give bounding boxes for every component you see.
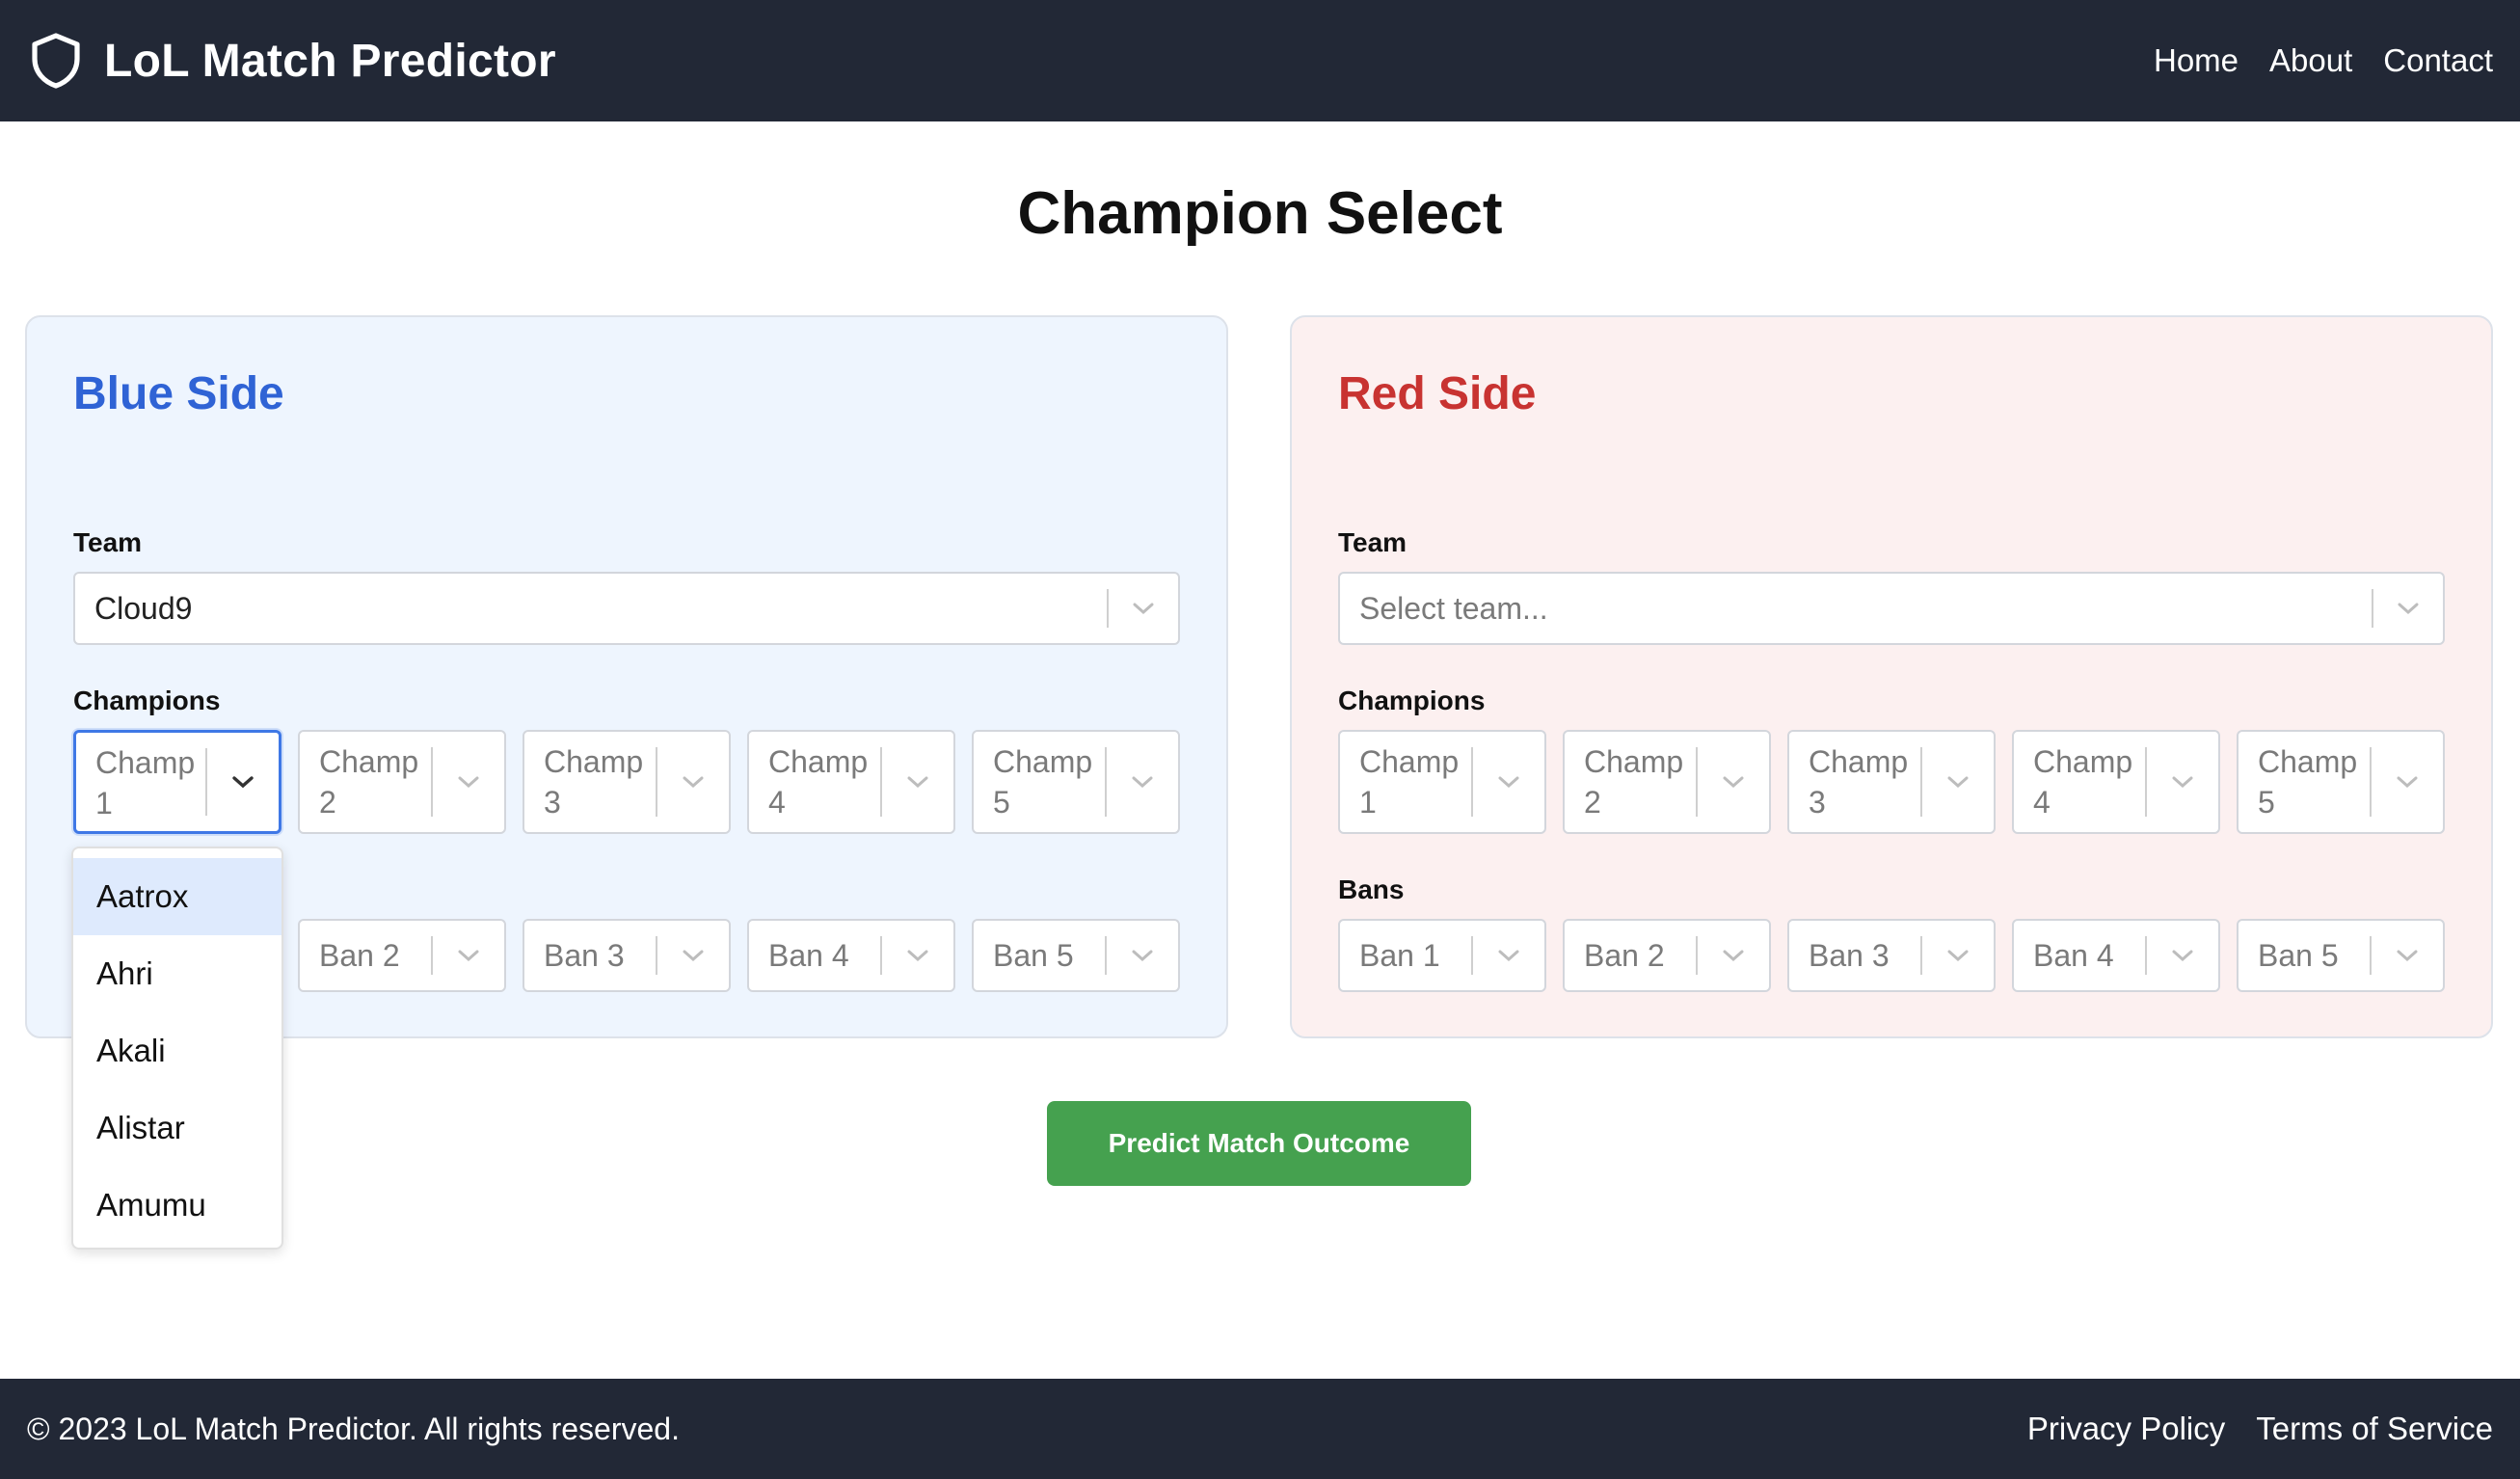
red-ban-3-select[interactable]: Ban 3 xyxy=(1787,919,1996,992)
red-champ-4-placeholder: Champ 4 xyxy=(2033,744,2133,820)
footer: © 2023 LoL Match Predictor. All rights r… xyxy=(0,1379,2520,1479)
blue-champ-4-placeholder: Champ 4 xyxy=(768,744,869,820)
red-champ-3-select[interactable]: Champ 3 xyxy=(1787,730,1996,834)
blue-champ-5-select[interactable]: Champ 5 xyxy=(972,730,1180,834)
red-champ-5-select[interactable]: Champ 5 xyxy=(2237,730,2445,834)
red-champ-1-select[interactable]: Champ 1 xyxy=(1338,730,1546,834)
chevron-down-icon[interactable] xyxy=(657,921,729,990)
shield-icon xyxy=(29,32,83,90)
red-ban-4-select[interactable]: Ban 4 xyxy=(2012,919,2220,992)
chevron-down-icon[interactable] xyxy=(882,921,953,990)
blue-champ-2-select[interactable]: Champ 2 xyxy=(298,730,506,834)
blue-champ-5-placeholder: Champ 5 xyxy=(993,744,1093,820)
blue-champ-3-select[interactable]: Champ 3 xyxy=(523,730,731,834)
red-team-label: Team xyxy=(1338,527,1407,557)
red-champ-5-placeholder: Champ 5 xyxy=(2258,744,2358,820)
nav-link-contact[interactable]: Contact xyxy=(2383,42,2493,79)
footer-links: Privacy Policy Terms of Service xyxy=(2027,1411,2493,1447)
red-champ-3-placeholder: Champ 3 xyxy=(1809,744,1909,820)
blue-ban-2-placeholder: Ban 2 xyxy=(319,938,400,973)
red-ban-4-placeholder: Ban 4 xyxy=(2033,938,2114,973)
blue-team-value: Cloud9 xyxy=(94,591,193,626)
dropdown-option-alistar[interactable]: Alistar xyxy=(73,1089,281,1167)
chevron-down-icon[interactable] xyxy=(1473,921,1544,990)
footer-link-terms[interactable]: Terms of Service xyxy=(2256,1411,2493,1447)
red-ban-2-select[interactable]: Ban 2 xyxy=(1563,919,1771,992)
red-champ-2-select[interactable]: Champ 2 xyxy=(1563,730,1771,834)
chevron-down-icon[interactable] xyxy=(882,732,953,832)
blue-champions-label: Champions xyxy=(73,686,221,715)
blue-team-label: Team xyxy=(73,527,143,557)
chevron-down-icon[interactable] xyxy=(1922,732,1994,832)
nav-links: Home About Contact xyxy=(2154,42,2493,79)
red-team-placeholder: Select team... xyxy=(1359,591,1548,626)
nav-link-home[interactable]: Home xyxy=(2154,42,2239,79)
red-ban-1-select[interactable]: Ban 1 xyxy=(1338,919,1546,992)
chevron-down-icon[interactable] xyxy=(657,732,729,832)
red-champ-1-placeholder: Champ 1 xyxy=(1359,744,1460,820)
blue-ban-5-select[interactable]: Ban 5 xyxy=(972,919,1180,992)
chevron-down-icon[interactable] xyxy=(1109,574,1178,643)
chevron-down-icon[interactable] xyxy=(2147,921,2218,990)
nav-link-about[interactable]: About xyxy=(2269,42,2352,79)
red-side-title: Red Side xyxy=(1338,368,1537,419)
blue-champ-1-placeholder: Champ 1 xyxy=(95,745,196,820)
blue-ban-3-placeholder: Ban 3 xyxy=(544,938,625,973)
predict-match-button[interactable]: Predict Match Outcome xyxy=(1047,1101,1471,1186)
blue-side-title: Blue Side xyxy=(73,368,284,419)
red-ban-1-placeholder: Ban 1 xyxy=(1359,938,1440,973)
brand[interactable]: LoL Match Predictor xyxy=(29,32,556,90)
red-ban-3-placeholder: Ban 3 xyxy=(1809,938,1890,973)
brand-title: LoL Match Predictor xyxy=(104,35,556,87)
top-navbar: LoL Match Predictor Home About Contact xyxy=(0,0,2520,121)
blue-ban-4-select[interactable]: Ban 4 xyxy=(747,919,955,992)
chevron-down-icon[interactable] xyxy=(1107,732,1178,832)
footer-link-privacy[interactable]: Privacy Policy xyxy=(2027,1411,2225,1447)
dropdown-option-akali[interactable]: Akali xyxy=(73,1012,281,1089)
blue-ban-5-placeholder: Ban 5 xyxy=(993,938,1074,973)
chevron-down-icon[interactable] xyxy=(2372,732,2443,832)
blue-team-select[interactable]: Cloud9 xyxy=(73,572,1180,645)
red-side-panel: Red Side Team Select team... Champions C… xyxy=(1290,315,2493,1038)
chevron-down-icon[interactable] xyxy=(433,921,504,990)
chevron-down-icon[interactable] xyxy=(207,733,279,831)
chevron-down-icon[interactable] xyxy=(1473,732,1544,832)
blue-champ-2-placeholder: Champ 2 xyxy=(319,744,419,820)
dropdown-option-aatrox[interactable]: Aatrox xyxy=(73,858,281,935)
dropdown-option-amumu[interactable]: Amumu xyxy=(73,1167,281,1244)
blue-champ-4-select[interactable]: Champ 4 xyxy=(747,730,955,834)
blue-ban-2-select[interactable]: Ban 2 xyxy=(298,919,506,992)
blue-ban-3-select[interactable]: Ban 3 xyxy=(523,919,731,992)
red-champ-4-select[interactable]: Champ 4 xyxy=(2012,730,2220,834)
footer-copyright: © 2023 LoL Match Predictor. All rights r… xyxy=(27,1411,680,1446)
red-bans-label: Bans xyxy=(1338,874,1405,904)
chevron-down-icon[interactable] xyxy=(1107,921,1178,990)
red-ban-5-select[interactable]: Ban 5 xyxy=(2237,919,2445,992)
blue-champ-1-select[interactable]: Champ 1 xyxy=(73,730,281,834)
chevron-down-icon[interactable] xyxy=(433,732,504,832)
red-champions-label: Champions xyxy=(1338,686,1486,715)
page-title: Champion Select xyxy=(1017,180,1503,247)
red-ban-5-placeholder: Ban 5 xyxy=(2258,938,2339,973)
chevron-down-icon[interactable] xyxy=(2147,732,2218,832)
chevron-down-icon[interactable] xyxy=(1922,921,1994,990)
red-champ-2-placeholder: Champ 2 xyxy=(1584,744,1684,820)
chevron-down-icon[interactable] xyxy=(1698,921,1769,990)
red-ban-2-placeholder: Ban 2 xyxy=(1584,938,1665,973)
blue-champ-3-placeholder: Champ 3 xyxy=(544,744,644,820)
chevron-down-icon[interactable] xyxy=(2373,574,2443,643)
dropdown-option-ahri[interactable]: Ahri xyxy=(73,935,281,1012)
blue-ban-4-placeholder: Ban 4 xyxy=(768,938,849,973)
chevron-down-icon[interactable] xyxy=(1698,732,1769,832)
red-team-select[interactable]: Select team... xyxy=(1338,572,2445,645)
chevron-down-icon[interactable] xyxy=(2372,921,2443,990)
champion-dropdown-menu: Aatrox Ahri Akali Alistar Amumu xyxy=(71,847,283,1250)
